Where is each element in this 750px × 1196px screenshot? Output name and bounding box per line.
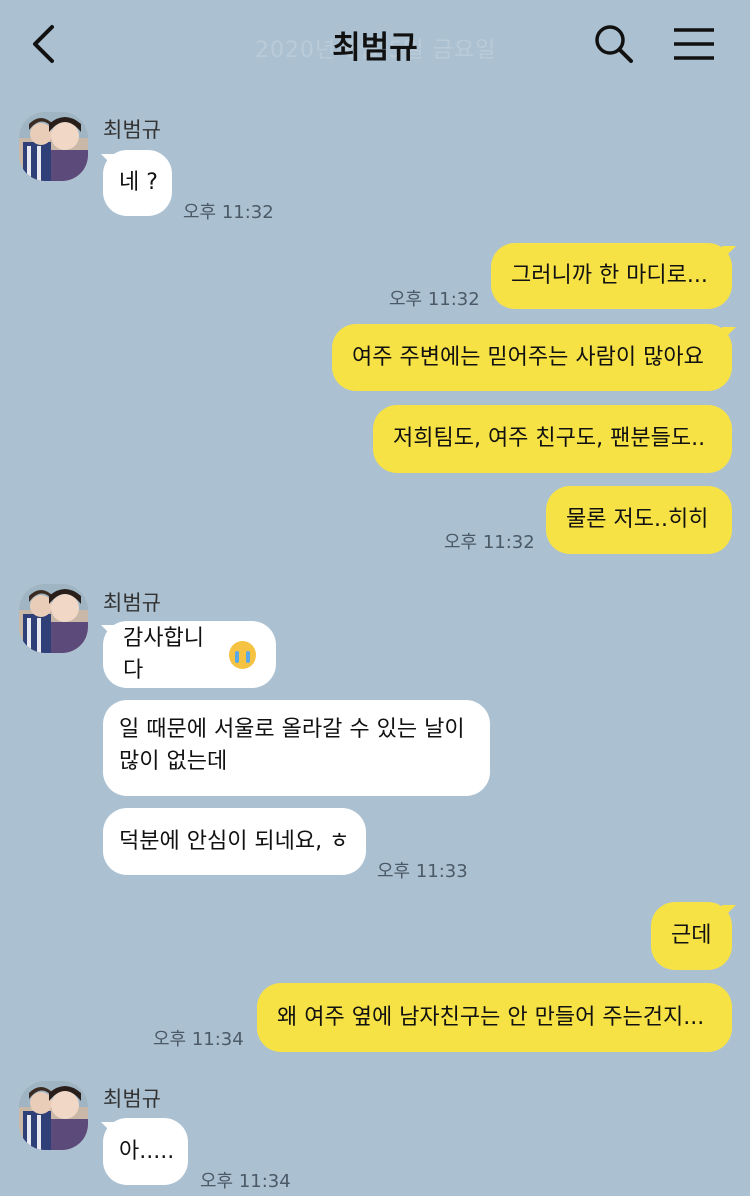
message-text: 감사합니다 [123,625,204,683]
avatar[interactable] [19,112,88,181]
profile-photo [19,584,88,653]
message-time: 오후 11:32 [389,289,480,310]
message-time: 오후 11:32 [444,532,535,553]
message-bubble-outgoing[interactable]: 근데 [651,902,732,970]
sender-name: 최범규 [103,1087,161,1111]
message-bubble-outgoing[interactable]: 그러니까 한 마디로... [491,243,732,309]
message-text-line: 많이 없는데 [119,749,228,774]
message-bubble-incoming[interactable]: 네 ? [103,150,172,216]
message-bubble-outgoing[interactable]: 저희팀도, 여주 친구도, 팬분들도.. [373,405,732,473]
loudly-crying-face-emoji-icon [229,640,256,669]
message-bubble-outgoing[interactable]: 여주 주변에는 믿어주는 사람이 많아요 [332,324,732,391]
menu-button[interactable] [670,24,718,64]
search-icon [595,25,633,63]
sender-name: 최범규 [103,118,161,142]
chat-header: 2020년 6월 5일 금요일 최범규 [0,0,750,88]
avatar[interactable] [19,584,88,653]
message-bubble-outgoing[interactable]: 왜 여주 옆에 남자친구는 안 만들어 주는건지... [257,983,732,1052]
message-bubble-incoming[interactable]: 일 때문에 서울로 올라갈 수 있는 날이 많이 없는데 [103,700,490,796]
search-button[interactable] [592,22,636,66]
message-bubble-outgoing[interactable]: 물론 저도..히히 [546,486,732,554]
profile-photo [19,1081,88,1150]
message-bubble-incoming[interactable]: 덕분에 안심이 되네요, ㅎ [103,808,366,875]
message-bubble-incoming[interactable]: 감사합니다 [103,621,276,688]
message-text-line: 일 때문에 서울로 올라갈 수 있는 날이 [119,717,465,742]
profile-photo [19,112,88,181]
chat-title: 최범규 [332,30,418,66]
message-bubble-incoming[interactable]: 아..... [103,1118,188,1185]
hamburger-menu-icon [674,28,714,60]
message-time: 오후 11:34 [200,1171,291,1192]
sender-name: 최범규 [103,591,161,615]
avatar[interactable] [19,1081,88,1150]
message-time: 오후 11:34 [153,1029,244,1050]
message-time: 오후 11:32 [183,202,274,223]
message-time: 오후 11:33 [377,861,468,882]
